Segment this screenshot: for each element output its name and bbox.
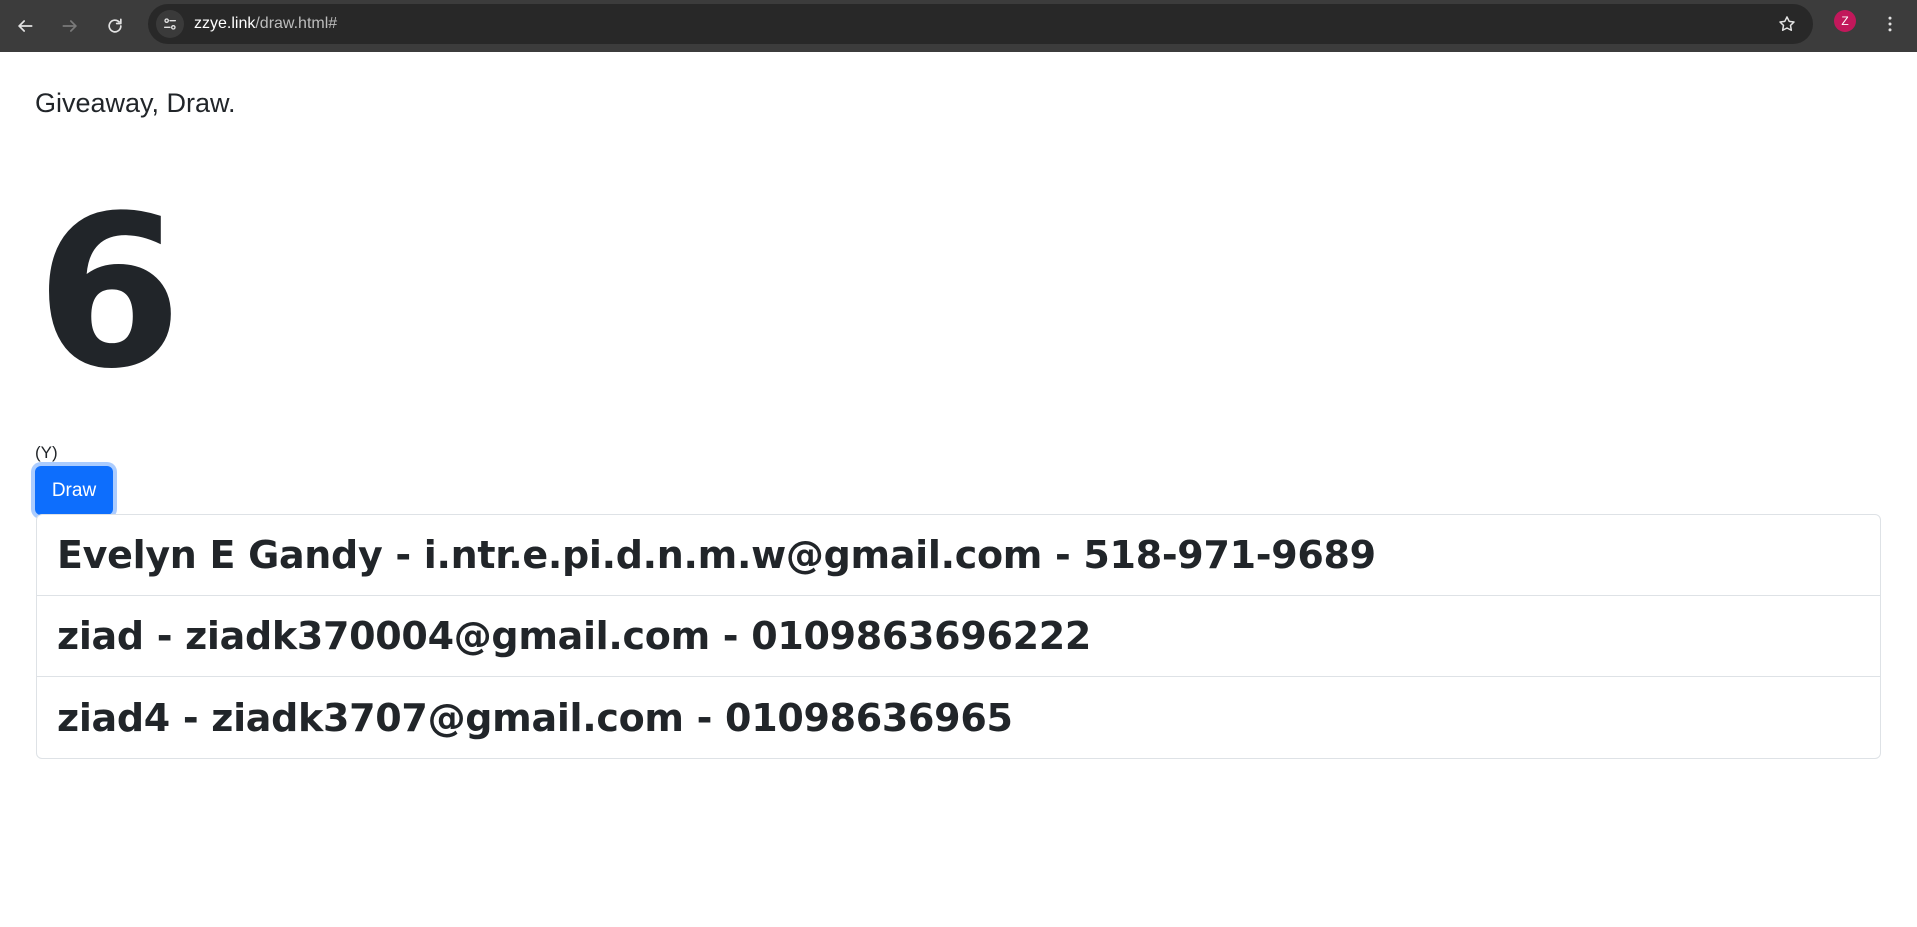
draw-button[interactable]: Draw (35, 466, 113, 515)
address-bar[interactable]: zzye.link/draw.html# (148, 4, 1813, 44)
draw-counter: 6 (36, 170, 183, 415)
reload-button[interactable] (99, 10, 131, 42)
browser-menu-button[interactable] (1876, 10, 1904, 38)
list-item: Evelyn E Gandy - i.ntr.e.pi.d.n.m.w@gmai… (37, 515, 1880, 596)
forward-button[interactable] (54, 10, 86, 42)
back-button[interactable] (9, 10, 41, 42)
bookmark-button[interactable] (1773, 10, 1801, 38)
entry-text: Evelyn E Gandy - i.ntr.e.pi.d.n.m.w@gmai… (57, 533, 1376, 577)
site-info-button[interactable] (156, 10, 184, 38)
url-host: zzye.link (194, 15, 256, 32)
profile-avatar[interactable]: Z (1834, 10, 1856, 32)
entries-list: Evelyn E Gandy - i.ntr.e.pi.d.n.m.w@gmai… (36, 514, 1881, 759)
entry-text: ziad - ziadk370004@gmail.com - 010986369… (57, 614, 1092, 658)
kebab-menu-icon (1888, 16, 1892, 32)
site-info-icon (164, 18, 176, 30)
note-text: (Y) (35, 443, 58, 462)
list-item: ziad - ziadk370004@gmail.com - 010986369… (37, 596, 1880, 677)
back-arrow-icon (18, 20, 33, 32)
reload-icon (108, 18, 122, 33)
entry-text: ziad4 - ziadk3707@gmail.com - 0109863696… (57, 695, 1013, 740)
bookmark-star-icon (1779, 16, 1795, 31)
forward-arrow-icon (62, 20, 77, 32)
page-title: Giveaway, Draw. (35, 88, 236, 118)
list-item: ziad4 - ziadk3707@gmail.com - 0109863696… (37, 677, 1880, 758)
url-text[interactable]: zzye.link/draw.html# (194, 15, 337, 33)
browser-toolbar: zzye.link/draw.html# Z (0, 0, 1917, 52)
url-path: /draw.html# (255, 15, 338, 32)
